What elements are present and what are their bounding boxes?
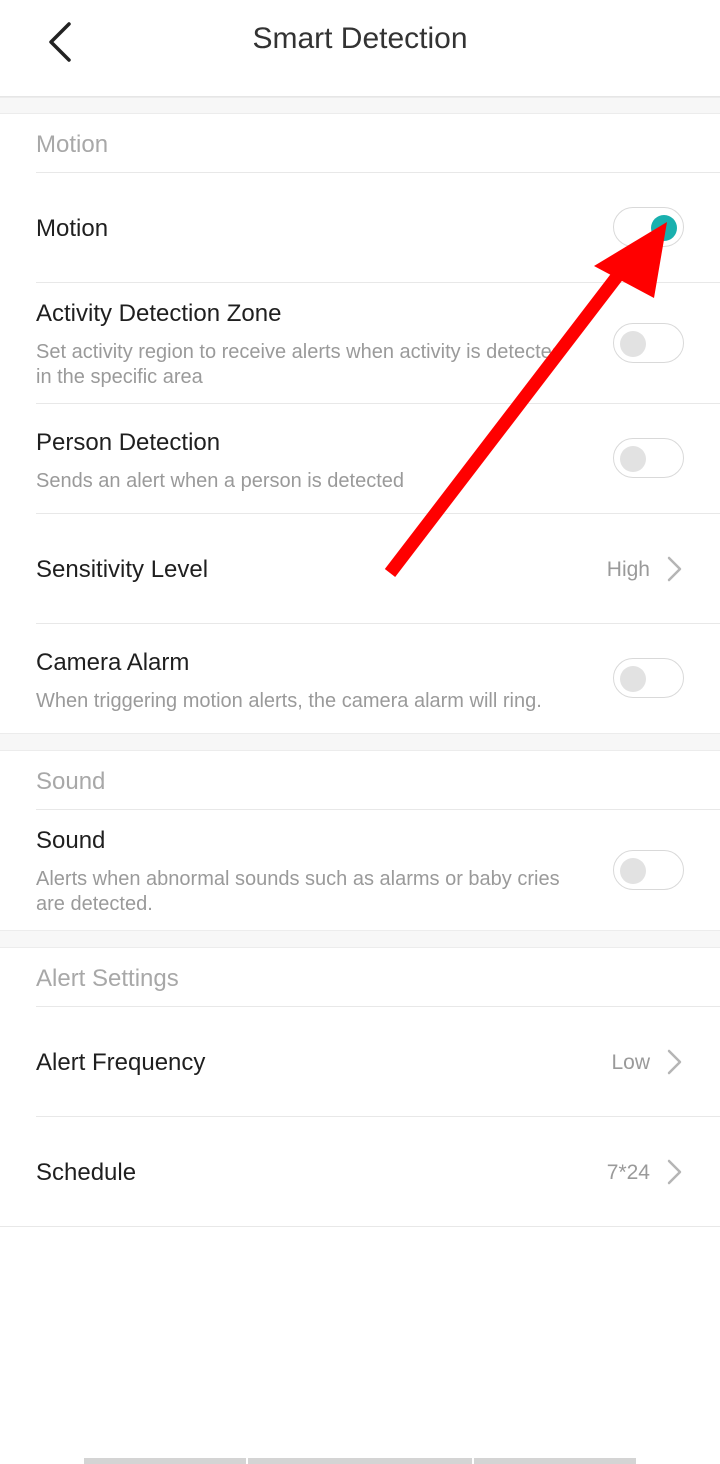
sensitivity-level-value: High [606,558,650,581]
activity-zone-toggle[interactable] [613,323,684,363]
motion-toggle[interactable] [613,207,684,247]
divider [0,1226,720,1227]
nav-indicator-segment [84,1458,246,1464]
activity-zone-title: Activity Detection Zone [36,300,282,327]
section-header-sound: Sound [36,768,106,795]
sensitivity-level-title: Sensitivity Level [36,556,209,583]
toggle-knob [620,446,646,472]
activity-zone-description: Set activity region to receive alerts wh… [36,340,596,390]
activity-zone-desc-line2: in the specific area [36,366,203,388]
setting-row-alert-frequency[interactable]: Alert Frequency Low [0,1007,720,1116]
setting-row-sound: Sound Alerts when abnormal sounds such a… [0,810,720,930]
sound-desc-line2: are detected. [36,893,153,915]
schedule-title: Schedule [36,1159,137,1186]
schedule-value: 7*24 [606,1161,650,1184]
sound-title: Sound [36,827,106,854]
person-detection-title: Person Detection [36,429,221,456]
motion-title: Motion [36,215,109,242]
nav-indicator-segment [474,1458,636,1464]
alert-frequency-value: Low [611,1051,650,1074]
person-detection-description: Sends an alert when a person is detected [36,470,405,492]
camera-alarm-description: When triggering motion alerts, the camer… [36,690,542,712]
nav-indicator-segment [248,1458,472,1464]
chevron-right-icon [667,556,682,582]
setting-row-schedule[interactable]: Schedule 7*24 [0,1117,720,1226]
sound-toggle[interactable] [613,850,684,890]
setting-row-motion: Motion [0,173,720,282]
section-gap [0,930,720,948]
alert-frequency-title: Alert Frequency [36,1049,206,1076]
toggle-knob [620,331,646,357]
camera-alarm-title: Camera Alarm [36,649,190,676]
page-title: Smart Detection [252,22,468,55]
camera-alarm-toggle[interactable] [613,658,684,698]
section-header-motion: Motion [36,131,109,158]
toggle-knob [620,858,646,884]
setting-row-sensitivity-level[interactable]: Sensitivity Level High [0,514,720,623]
top-bar: Smart Detection [0,0,720,97]
setting-row-camera-alarm: Camera Alarm When triggering motion aler… [0,624,720,733]
setting-row-person-detection: Person Detection Sends an alert when a p… [0,404,720,513]
section-gap [0,733,720,751]
chevron-right-icon [667,1049,682,1075]
toggle-knob [651,215,677,241]
activity-zone-desc-line1: Set activity region to receive alerts wh… [36,341,563,363]
section-gap [0,97,720,114]
chevron-right-icon [667,1159,682,1185]
person-detection-toggle[interactable] [613,438,684,478]
sound-desc-line1: Alerts when abnormal sounds such as alar… [36,868,560,890]
section-header-alert-settings: Alert Settings [36,965,179,992]
sound-description: Alerts when abnormal sounds such as alar… [36,867,596,917]
setting-row-activity-zone: Activity Detection Zone Set activity reg… [0,283,720,403]
toggle-knob [620,666,646,692]
